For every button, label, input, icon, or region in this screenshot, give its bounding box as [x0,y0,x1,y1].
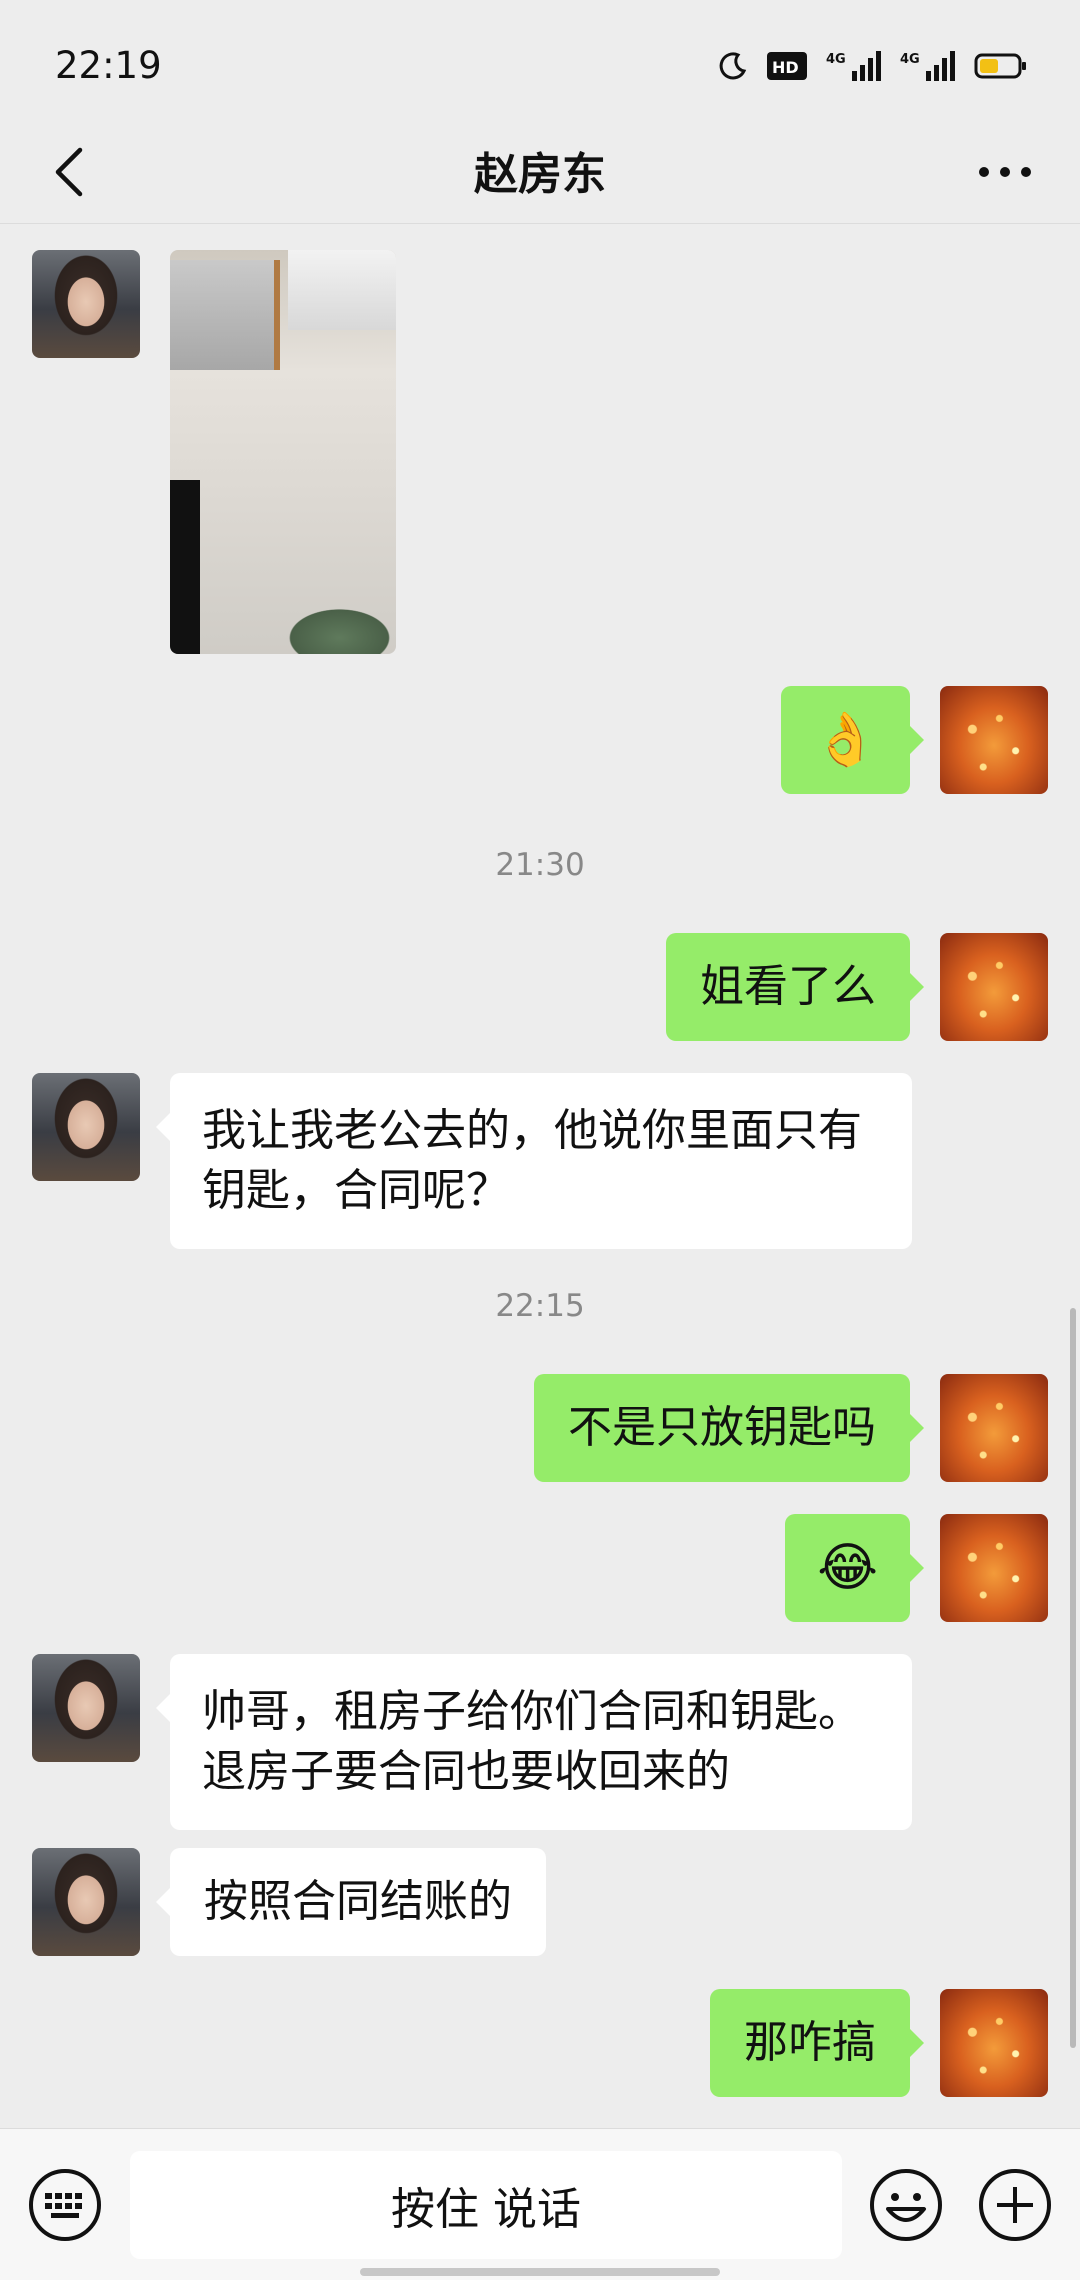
chat-title: 赵房东 [474,149,606,200]
moon-icon [719,52,747,80]
contact-avatar[interactable] [32,1654,140,1762]
chat-header: 赵房东 [0,120,1080,224]
message-timestamp: 22:15 [495,1288,585,1324]
contact-avatar[interactable] [32,250,140,358]
my-avatar[interactable] [940,933,1048,1041]
plus-circle-icon [979,2169,1051,2241]
home-indicator[interactable] [360,2268,720,2276]
my-avatar[interactable] [940,1514,1048,1622]
smiley-icon [870,2169,942,2241]
message-bubble-outgoing[interactable]: 那咋搞 [710,1989,924,2097]
battery-icon [974,53,1026,79]
svg-text:4G: 4G [900,52,920,67]
my-avatar[interactable] [940,1989,1048,2097]
add-attachment-button[interactable] [977,2167,1053,2243]
signal-4g-icon: 4G [900,51,955,81]
more-dots-icon [979,167,1031,177]
hold-to-talk-button[interactable]: 按住 说话 [130,2151,842,2259]
keyboard-toggle-button[interactable] [27,2167,103,2243]
image-content [170,480,200,654]
message-bubble-incoming[interactable]: 我让我老公去的，他说你里面只有 钥匙，合同呢？ [156,1073,912,1249]
hd-icon: HD [767,52,807,80]
status-time: 22:19 [55,44,162,87]
keyboard-icon [29,2169,101,2241]
status-bar: 22:19 HD 4G 4G [0,0,1080,132]
my-avatar[interactable] [940,686,1048,794]
message-bubble-incoming[interactable]: 按照合同结账的 [156,1848,546,1956]
message-bubble-outgoing[interactable]: 👌 [781,686,924,794]
svg-text:4G: 4G [826,52,846,67]
contact-avatar[interactable] [32,1073,140,1181]
emoji-button[interactable] [868,2167,944,2243]
contact-avatar[interactable] [32,1848,140,1956]
more-options-button[interactable] [960,136,1050,208]
message-bubble-outgoing[interactable]: 不是只放钥匙吗 [534,1374,924,1482]
signal-icon: 4G [826,51,881,81]
message-timestamp: 21:30 [495,847,585,883]
input-bar: 按住 说话 [0,2128,1080,2280]
message-bubble-outgoing[interactable]: 姐看了么 [666,933,924,1041]
status-icons: HD 4G 4G [718,46,1028,86]
scrollbar[interactable] [1070,1308,1076,2048]
my-avatar[interactable] [940,1374,1048,1482]
message-bubble-outgoing[interactable]: 😂 [785,1514,924,1622]
chat-message-list[interactable]: 👌 21:30 姐看了么 我让我老公去的，他说你里面只有 钥匙，合同呢？ 22:… [0,225,1080,2128]
image-content [170,260,280,370]
image-content [288,250,396,330]
message-image[interactable] [170,250,396,654]
svg-text:HD: HD [772,58,799,77]
message-bubble-incoming[interactable]: 帅哥，租房子给你们合同和钥匙。 退房子要合同也要收回来的 [156,1654,912,1830]
